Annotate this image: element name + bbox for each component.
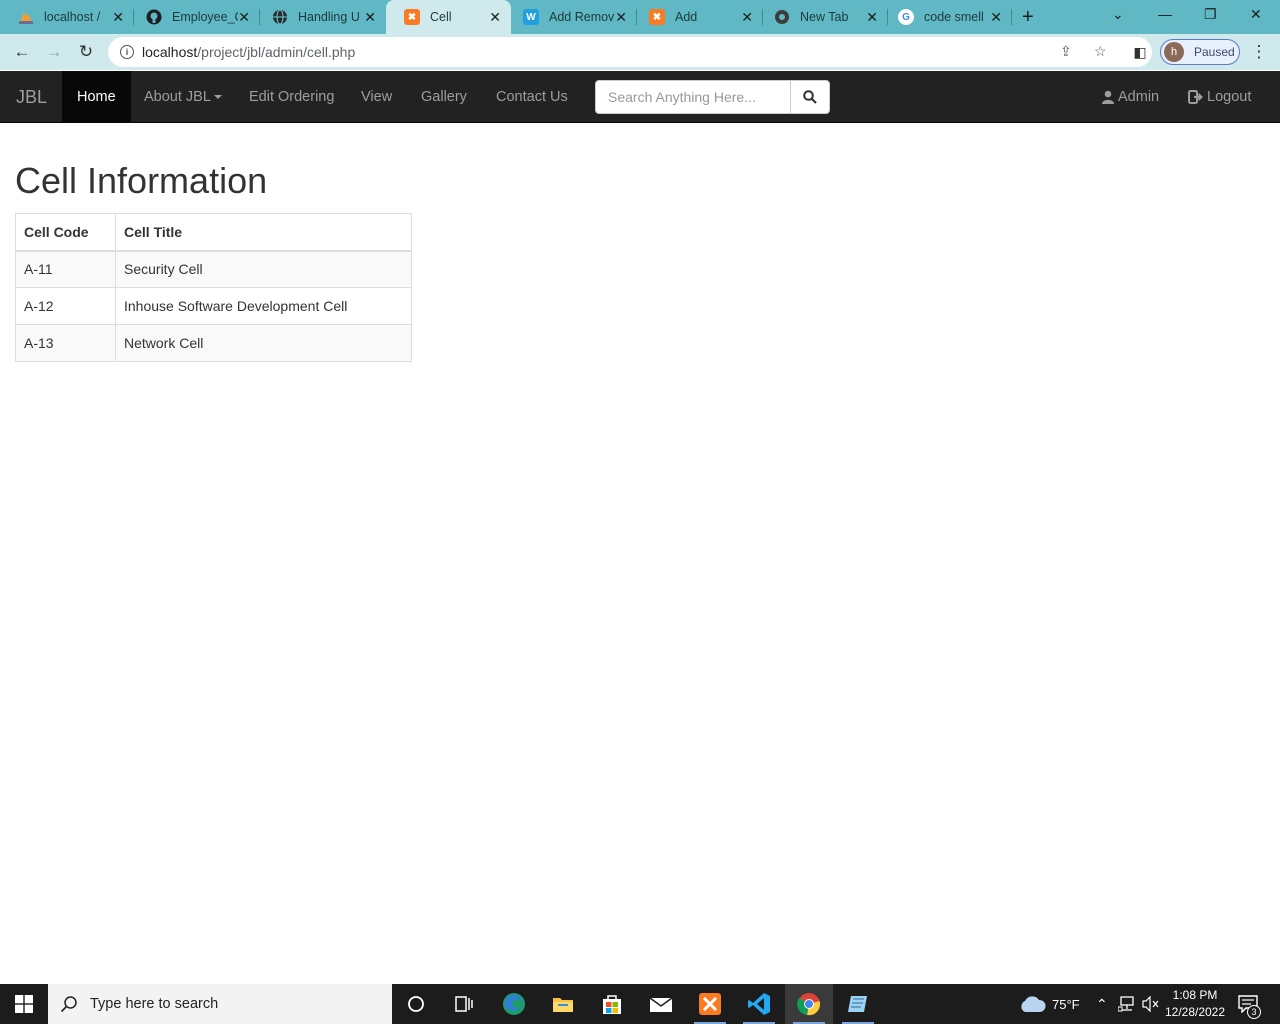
volume-muted-icon[interactable] [1142,984,1160,1024]
xampp-icon[interactable] [686,984,734,1024]
column-header-cell-code: Cell Code [15,213,116,252]
side-panel-icon[interactable]: ◧ [1128,40,1152,64]
url-text: localhost/project/jbl/admin/cell.php [142,44,356,60]
close-tab-icon[interactable]: ✕ [741,9,753,26]
forward-icon[interactable]: → [42,40,66,64]
nav-home[interactable]: Home [62,71,131,122]
browser-menu-icon[interactable]: ⋮ [1247,40,1271,64]
site-navbar: JBL Home About JBL Edit Ordering View Ga… [0,71,1280,123]
caret-down-icon [213,94,222,99]
table-header-row: Cell Code Cell Title [15,213,412,252]
address-bar[interactable]: i localhost/project/jbl/admin/cell.php ⇪… [108,37,1152,67]
browser-tab[interactable]: localhost / ✕ [0,0,134,34]
windows-taskbar: Type here to search 75°F ⌃ 1:08 PM 12/28… [0,984,1280,1024]
google-icon: G [898,9,914,25]
system-clock[interactable]: 1:08 PM 12/28/2022 [1160,987,1230,1021]
back-icon[interactable]: ← [10,40,34,64]
reload-icon[interactable]: ↻ [74,40,98,64]
page-title: Cell Information [15,160,268,201]
minimize-icon[interactable]: — [1158,6,1172,22]
mail-icon[interactable] [637,984,685,1024]
search-icon [803,90,817,104]
column-header-cell-title: Cell Title [115,213,412,252]
notepad-icon[interactable] [834,984,882,1024]
cloud-icon [1021,996,1046,1012]
table-row: A-11 Security Cell [15,250,412,288]
browser-tab[interactable]: Employee_C ✕ [128,0,260,34]
browser-tab[interactable]: ✖ Add ✕ [631,0,763,34]
search-button[interactable] [790,80,830,114]
close-window-icon[interactable]: ✕ [1250,6,1262,23]
close-tab-icon[interactable]: ✕ [364,9,376,26]
xampp-icon: ✖ [649,9,665,25]
search-input[interactable] [595,80,791,114]
cell-title: Security Cell [115,250,412,288]
vscode-icon[interactable] [735,984,783,1024]
browser-tab[interactable]: G code smell ✕ [880,0,1012,34]
cell-title: Network Cell [115,324,412,362]
table-row: A-12 Inhouse Software Development Cell [15,287,412,325]
cortana-icon[interactable] [392,984,440,1024]
microsoft-store-icon[interactable] [588,984,636,1024]
nav-about-jbl[interactable]: About JBL [129,71,237,122]
browser-tab[interactable]: New Tab ✕ [756,0,888,34]
weather-widget[interactable]: 75°F [1018,984,1080,1024]
site-info-icon[interactable]: i [120,45,134,59]
close-tab-icon[interactable]: ✕ [866,9,878,26]
xampp-icon: ✖ [404,9,420,25]
browser-tab-active[interactable]: ✖ Cell ✕ [386,0,511,34]
new-tab-icon[interactable]: + [1022,6,1034,29]
edge-icon[interactable] [490,984,538,1024]
nav-gallery[interactable]: Gallery [406,71,482,122]
cell-code: A-13 [15,324,116,362]
search-icon [60,996,77,1013]
taskbar-search[interactable]: Type here to search [48,984,392,1024]
notification-center[interactable]: 3 [1238,984,1261,1024]
globe-icon [272,9,288,25]
share-icon[interactable]: ⇪ [1060,43,1072,60]
navbar-brand[interactable]: JBL [16,87,47,108]
network-icon[interactable] [1118,984,1136,1024]
close-tab-icon[interactable]: ✕ [615,9,627,26]
github-icon [146,9,162,25]
cell-code: A-11 [15,250,116,288]
file-explorer-icon[interactable] [539,984,587,1024]
windows-logo-icon [15,995,33,1013]
logout-icon [1188,89,1203,104]
cell-title: Inhouse Software Development Cell [115,287,412,325]
cell-code: A-12 [15,287,116,325]
tab-search-icon[interactable]: ⌄ [1112,6,1124,23]
browser-tab[interactable]: Handling U ✕ [254,0,386,34]
table-row: A-13 Network Cell [15,324,412,362]
browser-tab[interactable]: W Add Remov ✕ [505,0,637,34]
start-button[interactable] [0,984,48,1024]
close-tab-icon[interactable]: ✕ [112,9,124,26]
phpmyadmin-icon [18,9,34,25]
nav-admin[interactable]: Admin [1086,71,1174,122]
restore-icon[interactable]: ❐ [1204,6,1217,23]
close-tab-icon[interactable]: ✕ [489,9,501,26]
close-tab-icon[interactable]: ✕ [990,9,1002,26]
chrome-icon [774,9,790,25]
browser-tab-strip: localhost / ✕ Employee_C ✕ Handling U ✕ … [0,0,1280,34]
profile-button[interactable]: h Paused [1160,39,1240,65]
user-icon [1102,90,1114,104]
nav-contact-us[interactable]: Contact Us [481,71,583,122]
word-icon: W [523,9,539,25]
chrome-icon[interactable] [785,984,833,1024]
close-tab-icon[interactable]: ✕ [238,9,250,26]
avatar: h [1164,42,1184,62]
nav-edit-ordering[interactable]: Edit Ordering [234,71,349,122]
bookmark-star-icon[interactable]: ☆ [1094,43,1107,60]
cell-table: Cell Code Cell Title A-11 Security Cell … [15,213,412,362]
chevron-up-icon[interactable]: ⌃ [1096,984,1108,1024]
notification-badge: 3 [1247,1005,1261,1019]
task-view-icon[interactable] [440,984,488,1024]
nav-view[interactable]: View [346,71,407,122]
nav-logout[interactable]: Logout [1173,71,1266,122]
browser-toolbar: ← → ↻ i localhost/project/jbl/admin/cell… [0,34,1280,70]
